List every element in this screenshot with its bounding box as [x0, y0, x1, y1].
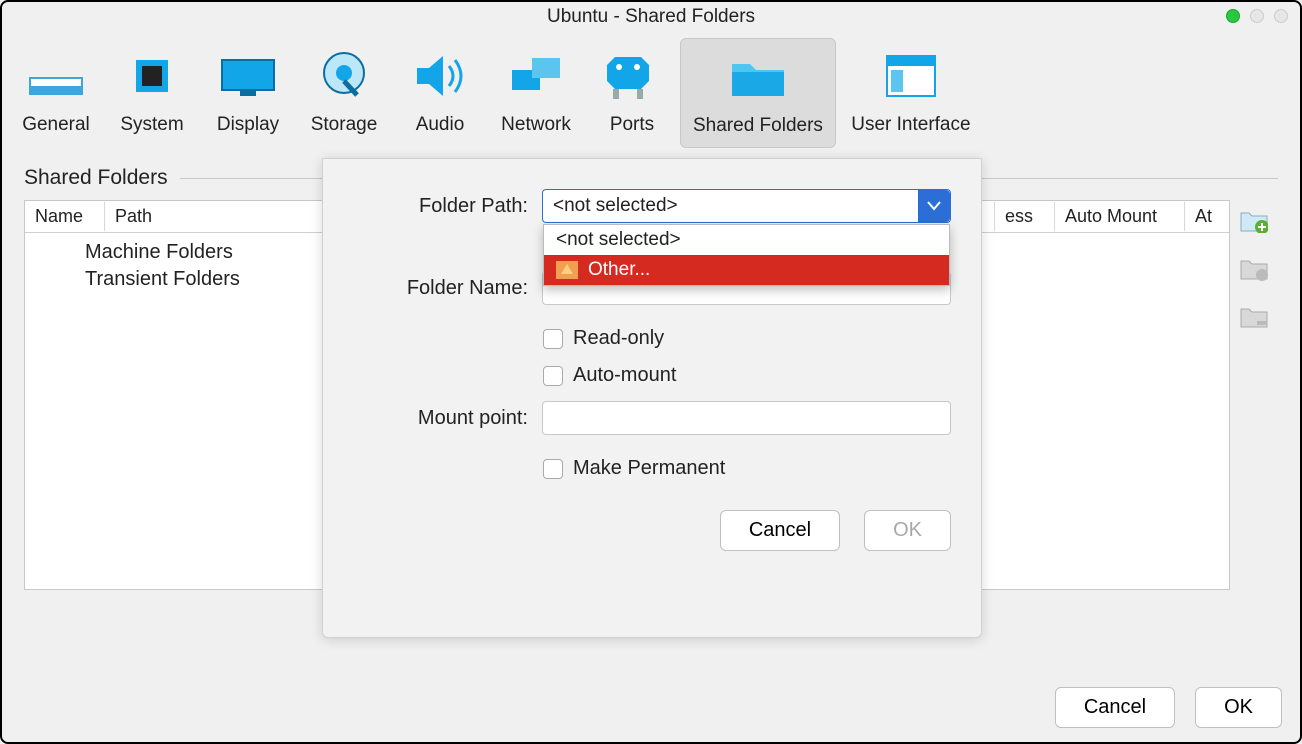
col-auto-mount[interactable]: Auto Mount: [1055, 202, 1185, 231]
traffic-light-3[interactable]: [1274, 9, 1288, 23]
tab-audio[interactable]: Audio: [392, 38, 488, 146]
read-only-checkbox[interactable]: [543, 329, 563, 349]
audio-icon: [408, 44, 472, 108]
storage-icon: [312, 44, 376, 108]
folder-name-label: Folder Name:: [353, 277, 528, 300]
tab-general[interactable]: General: [8, 38, 104, 146]
user-interface-icon: [879, 44, 943, 108]
tab-label: Display: [217, 114, 279, 136]
folder-icon: [556, 261, 578, 279]
folder-path-label: Folder Path:: [353, 195, 528, 218]
auto-mount-checkbox[interactable]: [543, 366, 563, 386]
tab-shared-folders[interactable]: Shared Folders: [680, 38, 836, 148]
option-label: <not selected>: [556, 229, 681, 251]
table-action-buttons: [1238, 200, 1278, 590]
traffic-light-green[interactable]: [1226, 9, 1240, 23]
dropdown-option-other[interactable]: Other...: [544, 255, 949, 285]
system-icon: [120, 44, 184, 108]
ok-button[interactable]: OK: [1195, 687, 1282, 728]
tab-label: Shared Folders: [693, 115, 823, 137]
dropdown-option-not-selected[interactable]: <not selected>: [544, 225, 949, 255]
mount-point-label: Mount point:: [353, 407, 528, 430]
folder-path-select[interactable]: <not selected> <not selected> Other...: [542, 189, 951, 223]
ports-icon: [600, 44, 664, 108]
tab-label: Ports: [610, 114, 654, 136]
settings-toolbar: General System Display Storage Audio: [2, 32, 1300, 148]
dialog-ok-button[interactable]: OK: [864, 510, 951, 551]
col-ess[interactable]: ess: [995, 202, 1055, 231]
window-title: Ubuntu - Shared Folders: [547, 6, 755, 28]
tab-label: System: [120, 114, 183, 136]
tab-storage[interactable]: Storage: [296, 38, 392, 146]
tab-label: User Interface: [851, 114, 970, 136]
add-share-dialog: Folder Path: <not selected> <not selecte…: [322, 158, 982, 638]
settings-window: Ubuntu - Shared Folders General System D…: [0, 0, 1302, 744]
mount-point-input[interactable]: [542, 401, 951, 435]
tab-user-interface[interactable]: User Interface: [836, 38, 986, 146]
make-permanent-checkbox[interactable]: [543, 459, 563, 479]
col-name[interactable]: Name: [25, 202, 105, 231]
section-title: Shared Folders: [24, 166, 168, 190]
chevron-down-icon[interactable]: [918, 190, 950, 222]
tab-system[interactable]: System: [104, 38, 200, 146]
tab-ports[interactable]: Ports: [584, 38, 680, 146]
display-icon: [216, 44, 280, 108]
add-folder-button[interactable]: [1238, 204, 1270, 236]
tab-display[interactable]: Display: [200, 38, 296, 146]
shared-folders-icon: [726, 45, 790, 109]
make-permanent-label: Make Permanent: [573, 457, 725, 480]
cancel-button[interactable]: Cancel: [1055, 687, 1175, 728]
folder-path-dropdown: <not selected> Other...: [543, 224, 950, 286]
tab-label: Audio: [416, 114, 465, 136]
window-controls: [1226, 9, 1288, 23]
select-value: <not selected>: [543, 195, 688, 217]
dialog-cancel-button[interactable]: Cancel: [720, 510, 840, 551]
general-icon: [24, 44, 88, 108]
network-icon: [504, 44, 568, 108]
titlebar: Ubuntu - Shared Folders: [2, 2, 1300, 32]
remove-folder-button[interactable]: [1238, 300, 1270, 332]
tab-label: Network: [501, 114, 571, 136]
traffic-light-2[interactable]: [1250, 9, 1264, 23]
tab-label: Storage: [311, 114, 378, 136]
read-only-label: Read-only: [573, 327, 664, 350]
tab-label: General: [22, 114, 90, 136]
tab-network[interactable]: Network: [488, 38, 584, 146]
edit-folder-button[interactable]: [1238, 252, 1270, 284]
col-at[interactable]: At: [1185, 202, 1229, 231]
option-label: Other...: [588, 259, 650, 281]
auto-mount-label: Auto-mount: [573, 364, 676, 387]
window-footer: Cancel OK: [1055, 687, 1282, 728]
